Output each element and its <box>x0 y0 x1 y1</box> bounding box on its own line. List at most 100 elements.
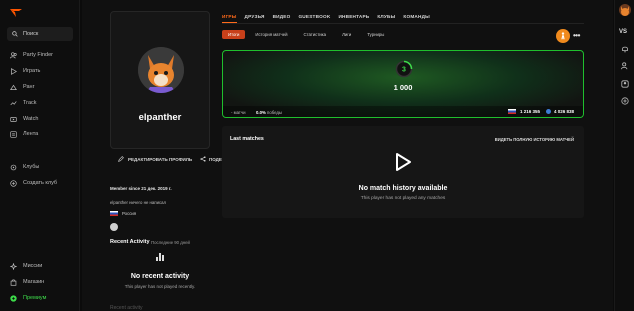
winrate-label: победы <box>267 110 283 115</box>
subtab-leagues[interactable]: Лиги <box>336 30 357 39</box>
sidebar-item-rank[interactable]: Ранг <box>10 83 35 91</box>
rank-icon <box>10 84 17 90</box>
globe-icon <box>546 109 551 114</box>
recent-activity-subtitle: Последние 90 дней <box>151 240 190 245</box>
edit-profile-button[interactable]: РЕДАКТИРОВАТЬ ПРОФИЛЬ <box>118 156 192 162</box>
full-history-link[interactable]: ВИДЕТЬ ПОЛНУЮ ИСТОРИЮ МАТЧЕЙ <box>495 137 574 142</box>
subtab-tournaments[interactable]: Турниры <box>361 30 390 39</box>
last-matches-title: Last matches <box>230 136 264 142</box>
share-icon <box>200 156 206 162</box>
users-icon <box>10 51 17 58</box>
game-avatar[interactable] <box>556 29 570 43</box>
tab-video[interactable]: ВИДЕО <box>273 14 291 19</box>
bar-chart-icon <box>156 253 164 261</box>
sidebar-item-clubs[interactable]: Клубы <box>10 163 39 171</box>
tab-teams[interactable]: КОМАНДЫ <box>403 14 430 19</box>
country-row: Россия <box>110 211 136 216</box>
tab-clubs[interactable]: КЛУБЫ <box>377 14 395 19</box>
skill-level-badge: 3 <box>395 60 413 78</box>
sidebar-item-label: Track <box>23 100 37 106</box>
clubs-icon <box>10 164 17 170</box>
matches-stat: - матчи <box>231 110 246 115</box>
tabs-divider <box>222 23 584 24</box>
sidebar-item-label: Watch <box>23 116 39 122</box>
country-rank[interactable]: 1 216 355 <box>508 109 540 114</box>
member-since: Member since 21 дек. 2019 г. <box>110 186 172 191</box>
sidebar-item-label: Магазин <box>23 279 45 285</box>
search-button[interactable]: Поиск <box>7 27 73 41</box>
sidebar-item-missions[interactable]: Миссии <box>10 262 42 270</box>
profile-name: elpanther <box>138 112 182 123</box>
sidebar-item-label: Миссии <box>23 263 43 269</box>
country-rank-value: 1 216 355 <box>520 109 541 114</box>
last-matches-panel: Last matches ВИДЕТЬ ПОЛНУЮ ИСТОРИЮ МАТЧЕ… <box>222 126 584 218</box>
sidebar-item-party-finder[interactable]: Party Finder <box>10 51 53 59</box>
premium-icon <box>10 294 17 302</box>
track-icon <box>10 100 17 105</box>
recent-activity-title: Recent Activity <box>110 239 150 245</box>
no-recent-activity-title: No recent activity <box>130 273 190 280</box>
faceit-logo-icon[interactable] <box>10 9 22 17</box>
matches-value: - <box>231 110 233 115</box>
tab-games[interactable]: ИГРЫ <box>222 14 237 23</box>
sidebar-item-label: Клубы <box>23 164 40 170</box>
skill-level-text: 3 <box>402 67 406 74</box>
profile-tabs: ИГРЫ ДРУЗЬЯ ВИДЕО GUESTBOOK ИНВЕНТАРЬ КЛ… <box>222 14 438 23</box>
russia-flag-icon <box>508 109 516 114</box>
vs-label[interactable]: VS <box>619 29 627 35</box>
country-label: Россия <box>122 211 137 216</box>
subtab-match-history[interactable]: История матчей <box>249 30 293 39</box>
sidebar-item-premium[interactable]: Премиум <box>10 294 46 302</box>
plus-circle-icon <box>10 179 17 187</box>
share-label: ПОДЕ <box>209 156 222 162</box>
shop-icon <box>10 278 17 286</box>
pencil-icon <box>118 156 124 162</box>
share-button[interactable]: ПОДЕ <box>200 156 222 162</box>
sidebar-item-label: Лента <box>23 131 39 137</box>
tab-guestbook[interactable]: GUESTBOOK <box>298 14 330 19</box>
matches-label: матчи <box>233 110 246 115</box>
edit-profile-label: РЕДАКТИРОВАТЬ ПРОФИЛЬ <box>128 156 193 162</box>
play-outline-icon <box>396 153 411 171</box>
search-icon <box>12 31 18 37</box>
sidebar-item-watch[interactable]: Watch <box>10 115 38 123</box>
play-icon <box>11 67 17 75</box>
user-avatar[interactable] <box>619 4 631 16</box>
elo-stats-panel: 3 1 000 - матчи 0.0% победы 1 216 355 4 … <box>222 50 584 118</box>
right-rail: VS <box>614 0 634 311</box>
subtab-statistics[interactable]: Статистика <box>297 30 332 39</box>
profile-avatar[interactable] <box>138 47 184 93</box>
sidebar-item-feed[interactable]: Лента <box>10 130 38 138</box>
global-rank[interactable]: 4 026 838 <box>546 109 574 114</box>
friends-icon[interactable] <box>621 80 629 88</box>
cs-player-icon <box>561 32 565 40</box>
sidebar-item-label: Ранг <box>23 84 35 90</box>
party-icon[interactable] <box>621 62 629 70</box>
sidebar-item-label: Премиум <box>23 295 47 301</box>
elo-value: 1 000 <box>393 83 413 92</box>
winrate-value: 0.0% <box>256 110 266 115</box>
watch-icon <box>10 116 17 122</box>
faded-section-title: Recent activity <box>110 305 143 311</box>
more-options-icon[interactable]: ••• <box>573 31 580 40</box>
sidebar-item-create-club[interactable]: Создать клуб <box>10 179 57 187</box>
sidebar-item-play[interactable]: Играть <box>10 67 40 75</box>
profile-card: elpanther <box>110 11 210 149</box>
stats-footer: - матчи 0.0% победы 1 216 355 4 026 838 <box>223 106 583 117</box>
sidebar-item-shop[interactable]: Магазин <box>10 278 44 286</box>
add-friend-icon[interactable] <box>621 97 629 105</box>
steam-icon[interactable] <box>110 223 118 231</box>
missions-icon <box>10 262 17 270</box>
no-match-desc: This player has not played any matches <box>360 196 446 201</box>
bell-icon[interactable] <box>621 45 629 53</box>
tab-inventory[interactable]: ИНВЕНТАРЬ <box>338 14 369 19</box>
left-sidebar: Поиск Party Finder Играть Ранг Track Wat… <box>0 0 80 311</box>
subtab-summary[interactable]: Итоги <box>222 30 246 39</box>
search-label: Поиск <box>23 31 39 37</box>
about-text: elpanther ничего не написал <box>110 200 167 205</box>
main-content: elpanther РЕДАКТИРОВАТЬ ПРОФИЛЬ ПОДЕ Mem… <box>82 0 613 311</box>
sidebar-item-track[interactable]: Track <box>10 99 37 107</box>
no-recent-activity-desc: This player has not played recently. <box>124 284 196 289</box>
no-match-title: No match history available <box>358 185 448 192</box>
tab-friends[interactable]: ДРУЗЬЯ <box>245 14 265 19</box>
